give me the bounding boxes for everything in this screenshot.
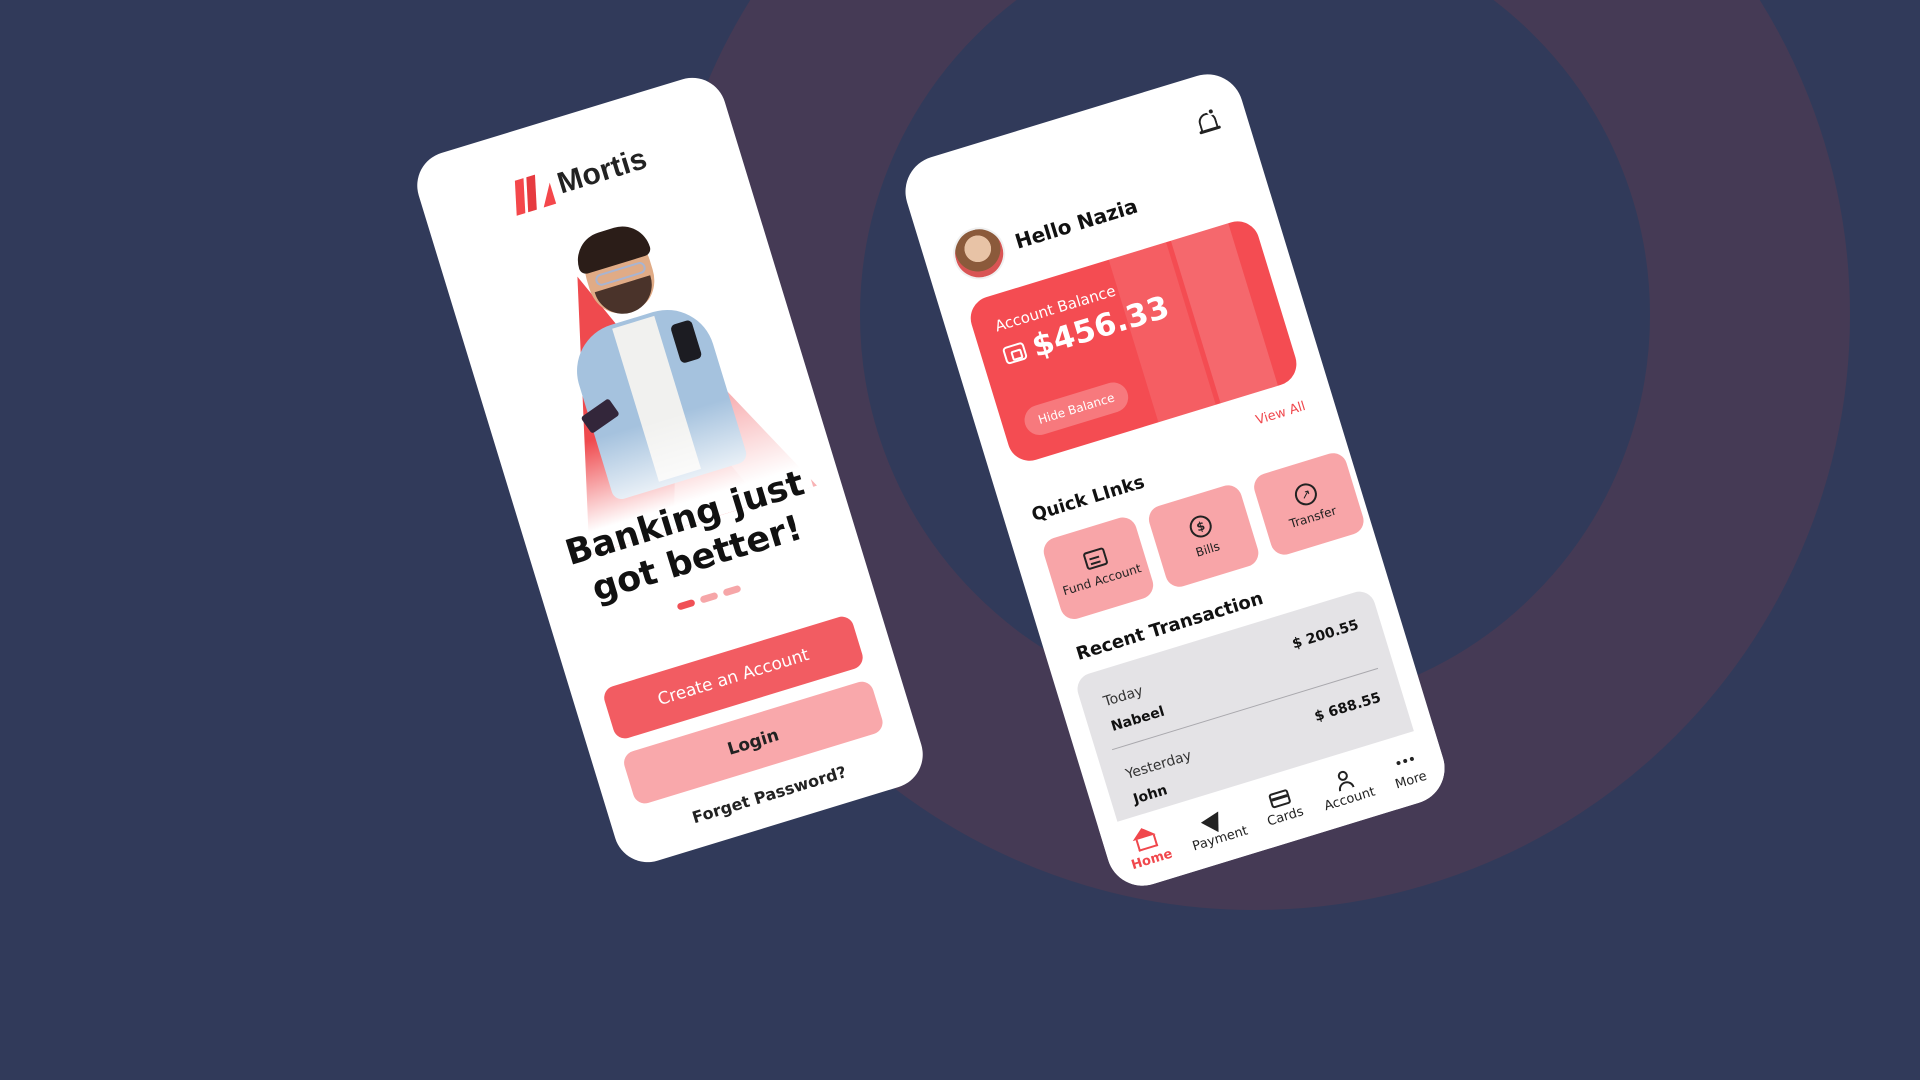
quick-link-bills[interactable]: $ Bills [1145,481,1262,591]
view-all-link[interactable]: View All [1254,399,1307,428]
home-icon [1135,833,1159,852]
transaction-date: Yesterday [1123,747,1194,783]
transfer-icon: ↗ [1292,480,1320,509]
hide-balance-button[interactable]: Hide Balance [1020,378,1132,439]
nav-item-payment[interactable]: Payment [1184,802,1250,854]
quick-link-transfer[interactable]: ↗ Transfer [1250,449,1368,559]
quick-links: Fund Account $ Bills ↗ Transfer [1040,449,1368,623]
carousel-dot[interactable] [676,598,696,611]
logo-mark-icon [510,171,556,216]
stage: Mortis Banking just got better! Create a… [0,0,1920,1080]
wallet-icon [1001,341,1029,366]
transaction-name: John [1131,782,1170,808]
avatar[interactable] [946,220,1012,286]
dollar-circle-icon: $ [1186,512,1215,541]
bell-icon[interactable] [1193,106,1222,137]
carousel-dot[interactable] [722,584,742,597]
nav-item-home[interactable]: Home [1123,825,1174,873]
logo-text: Mortis [553,142,651,201]
greeting-text: Hello Nazia [1012,193,1141,254]
transaction-date: Today [1101,683,1146,711]
user-icon [1331,768,1355,791]
nav-item-more[interactable]: More [1387,747,1429,792]
transaction-name: Nabeel [1109,703,1167,736]
quick-link-fund-account[interactable]: Fund Account [1040,514,1157,623]
nav-item-cards[interactable]: Cards [1260,786,1305,830]
fund-account-icon [1082,546,1109,571]
send-icon [1201,806,1228,832]
more-icon [1393,749,1417,772]
carousel-dot[interactable] [699,591,719,604]
card-icon [1268,788,1292,809]
nav-item-account[interactable]: Account [1316,763,1377,814]
transaction-amount: $ 200.55 [1290,617,1361,653]
transaction-amount: $ 688.55 [1312,689,1383,726]
